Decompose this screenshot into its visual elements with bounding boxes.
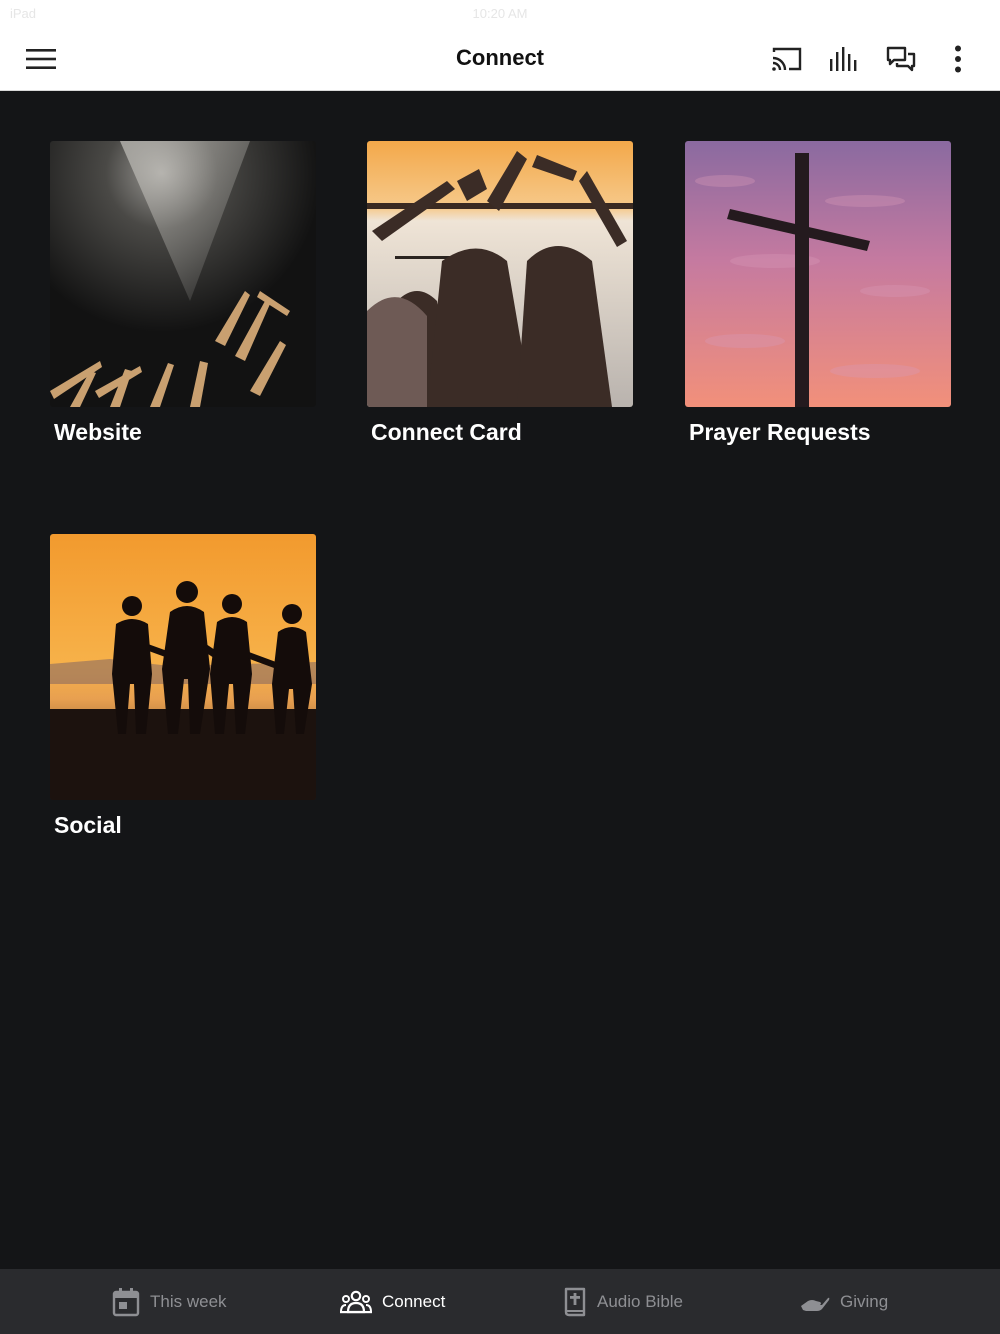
giving-hand-icon [801,1297,830,1311]
cast-icon[interactable] [765,37,809,81]
nav-item-audio-bible[interactable]: Audio Bible [563,1269,683,1334]
nav-item-giving[interactable]: Giving [800,1269,888,1334]
more-vert-icon[interactable] [936,37,980,81]
people-icon [340,1290,372,1313]
calendar-icon [112,1287,140,1316]
status-bar: iPad 10:20 AM [0,0,1000,28]
tile-website[interactable]: Website [50,141,316,446]
nav-label-this-week: This week [150,1291,227,1311]
tile-label-connect-card: Connect Card [371,419,522,445]
chat-icon[interactable] [879,37,923,81]
tile-image-prayer-requests [685,141,951,407]
tile-label-prayer-requests: Prayer Requests [689,419,871,445]
tile-image-social [50,534,316,800]
audio-bars-icon[interactable] [822,37,866,81]
nav-label-giving: Giving [840,1291,889,1311]
connect-grid: Website Connect Card Prayer Requests Soc… [0,91,1000,1269]
tile-image-connect-card [367,141,633,407]
bottom-nav: This week Connect Audio Bible Giving [0,1269,1000,1334]
nav-item-this-week[interactable]: This week [112,1269,227,1334]
tile-image-website [50,141,316,407]
tile-social[interactable]: Social [50,534,316,839]
nav-item-connect[interactable]: Connect [340,1269,445,1334]
tile-label-website: Website [54,419,142,445]
bible-icon [564,1287,586,1316]
tile-label-social: Social [54,812,122,838]
app-bar: Connect [0,28,1000,91]
tile-connect-card[interactable]: Connect Card [367,141,633,446]
nav-label-audio-bible: Audio Bible [597,1291,684,1311]
status-time: 10:20 AM [472,6,528,21]
nav-label-connect: Connect [382,1291,446,1311]
tile-prayer-requests[interactable]: Prayer Requests [685,141,951,446]
